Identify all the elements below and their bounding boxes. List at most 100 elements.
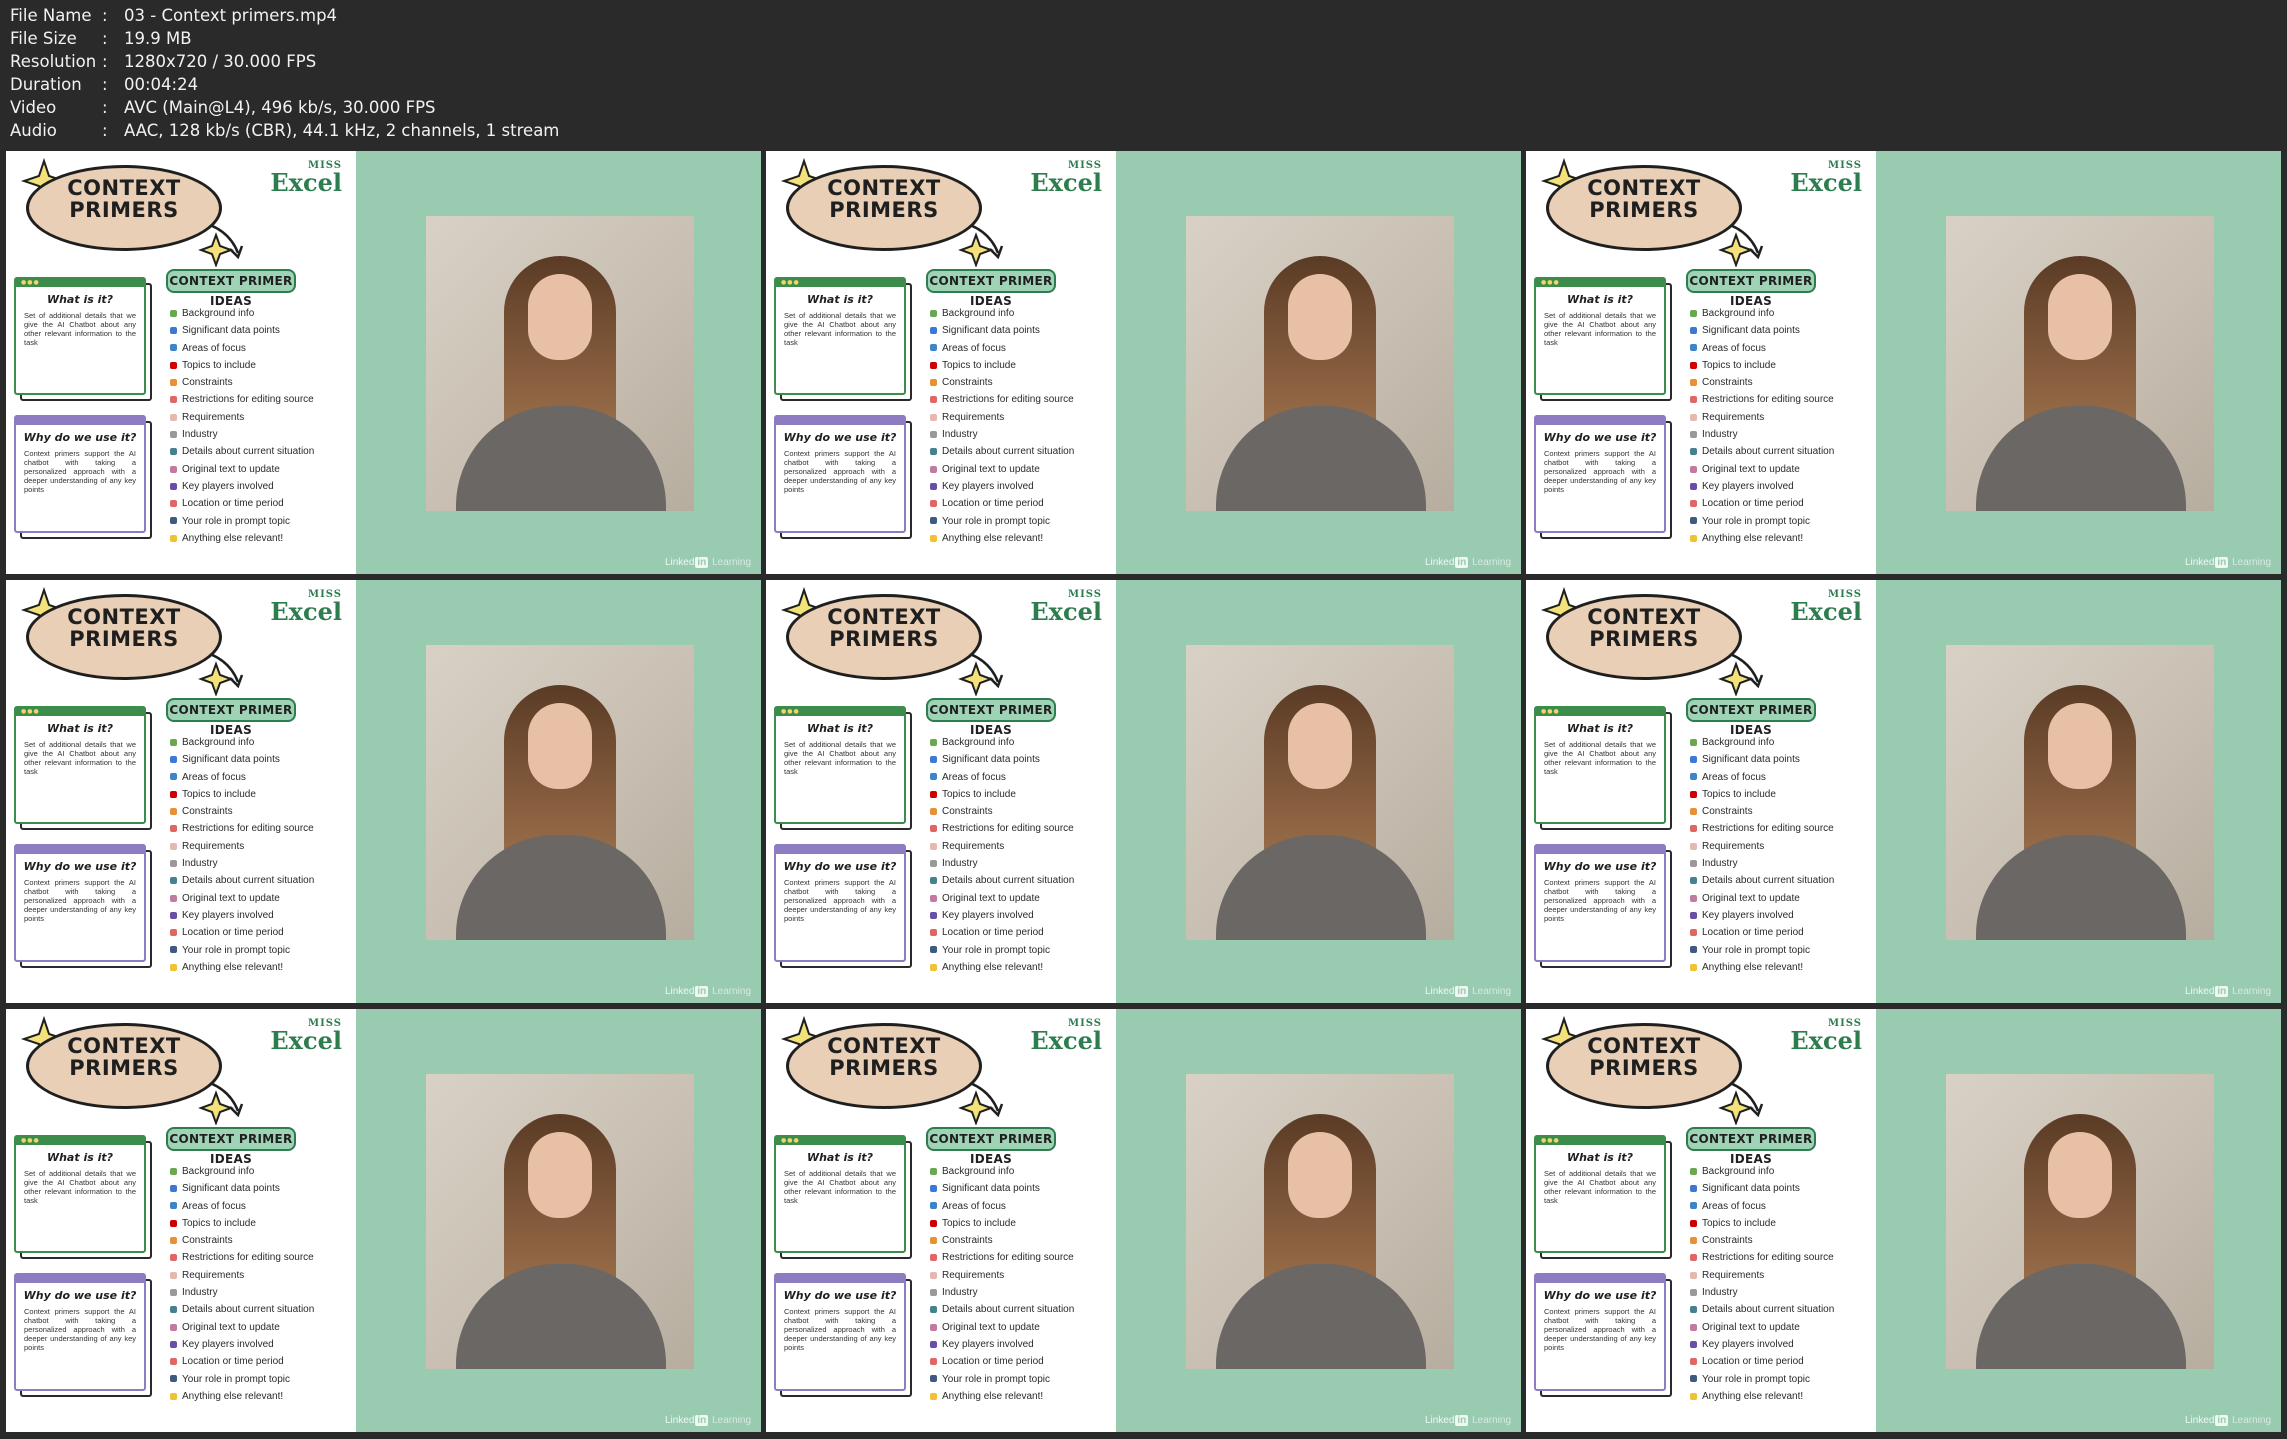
book-icon <box>170 309 177 317</box>
idea-item: Key players involved <box>170 1336 352 1353</box>
idea-item: Anything else relevant! <box>170 530 352 547</box>
idea-item: Your role in prompt topic <box>170 513 352 530</box>
what-card-titlebar: ●●● <box>16 279 144 287</box>
checklist-icon <box>930 1271 937 1279</box>
idea-item: Location or time period <box>930 495 1112 512</box>
ideas-list: Background info Significant data points Ar… <box>930 305 1112 547</box>
checklist-icon <box>1690 842 1697 850</box>
video-thumbnail[interactable]: CONTEXT PRIMERS MISS Excel ●●● What is i… <box>6 580 761 1003</box>
idea-item: Details about current situation <box>1690 443 1872 460</box>
idea-label: Anything else relevant! <box>1702 532 1804 544</box>
no-entry-icon <box>170 396 177 404</box>
idea-label: Topics to include <box>182 1217 256 1229</box>
book-icon <box>930 309 937 317</box>
presenter-video-frame <box>1946 216 2214 511</box>
idea-item: Background info <box>1690 305 1872 322</box>
presenter-video-frame <box>1186 1074 1454 1369</box>
idea-label: Constraints <box>182 1235 233 1247</box>
what-card-titlebar: ●●● <box>16 708 144 716</box>
linkedin-learning-watermark: Linked in Learning <box>2185 557 2271 568</box>
lock-icon <box>1690 808 1697 816</box>
idea-label: Location or time period <box>1702 1356 1804 1368</box>
slide-title: CONTEXT PRIMERS <box>796 606 972 650</box>
presenter-video-frame <box>426 645 694 940</box>
clock-icon <box>930 1358 937 1366</box>
presenter-video-frame <box>1946 1074 2214 1369</box>
what-card-body: Set of additional details that we give t… <box>24 311 136 347</box>
idea-label: Areas of focus <box>182 771 246 783</box>
bar-chart-icon <box>930 1185 937 1193</box>
video-thumbnail[interactable]: CONTEXT PRIMERS MISS Excel ●●● What is i… <box>6 1009 761 1432</box>
file-info-label: Audio <box>10 121 57 140</box>
video-thumbnail[interactable]: CONTEXT PRIMERS MISS Excel ●●● What is i… <box>766 580 1521 1003</box>
logo-excel-text: Excel <box>1790 168 1862 197</box>
idea-item: Original text to update <box>170 890 352 907</box>
idea-label: Location or time period <box>942 498 1044 510</box>
idea-item: Key players involved <box>170 907 352 924</box>
why-card-body: Context primers support the AI chatbot w… <box>784 449 896 494</box>
why-card-body: Context primers support the AI chatbot w… <box>24 449 136 494</box>
hand-icon <box>1690 534 1697 542</box>
idea-item: Your role in prompt topic <box>1690 513 1872 530</box>
what-card-title: What is it? <box>806 722 874 735</box>
idea-label: Constraints <box>942 806 993 818</box>
linkedin-brand: Linked <box>2184 1415 2215 1426</box>
slide-panel: CONTEXT PRIMERS MISS Excel ●●● What is i… <box>766 580 1116 1003</box>
linkedin-learning-watermark: Linked in Learning <box>1425 557 1511 568</box>
pin-icon <box>170 361 177 369</box>
file-info-row: Audio: AAC, 128 kb/s (CBR), 44.1 kHz, 2 c… <box>10 119 559 142</box>
checklist-icon <box>1690 413 1697 421</box>
idea-label: Key players involved <box>1702 909 1794 921</box>
what-is-it-card: ●●● What is it? Set of additional detail… <box>1534 1135 1666 1253</box>
video-thumbnail[interactable]: CONTEXT PRIMERS MISS Excel ●●● What is i… <box>1526 580 2281 1003</box>
idea-label: Details about current situation <box>182 875 315 887</box>
idea-item: Key players involved <box>1690 478 1872 495</box>
presenter-sweater <box>456 1264 666 1369</box>
idea-item: Background info <box>1690 1163 1872 1180</box>
idea-label: Requirements <box>942 840 1005 852</box>
why-use-it-card: Why do we use it? Context primers suppor… <box>14 415 146 533</box>
linkedin-learning-text: Learning <box>712 986 751 997</box>
no-entry-icon <box>1690 1254 1697 1262</box>
pin-icon <box>930 361 937 369</box>
video-thumbnail[interactable]: CONTEXT PRIMERS MISS Excel ●●● What is i… <box>6 151 761 574</box>
why-card-title: Why do we use it? <box>23 1289 137 1302</box>
video-thumbnail[interactable]: CONTEXT PRIMERS MISS Excel ●●● What is i… <box>1526 1009 2281 1432</box>
why-card-titlebar <box>16 1275 144 1283</box>
idea-item: Restrictions for editing source <box>170 1249 352 1266</box>
pencil-icon <box>1690 894 1697 902</box>
file-info-label: Resolution <box>10 52 97 71</box>
what-card-title: What is it? <box>46 1151 114 1164</box>
idea-label: Restrictions for editing source <box>182 1252 314 1264</box>
idea-label: Your role in prompt topic <box>1702 944 1811 956</box>
idea-label: Areas of focus <box>942 342 1006 354</box>
person-icon <box>1690 946 1697 954</box>
idea-item: Anything else relevant! <box>1690 530 1872 547</box>
factory-icon <box>1690 859 1697 867</box>
logo-excel-text: Excel <box>1790 1026 1862 1055</box>
idea-item: Industry <box>930 426 1112 443</box>
no-entry-icon <box>170 825 177 833</box>
idea-label: Your role in prompt topic <box>942 515 1051 527</box>
idea-item: Original text to update <box>1690 890 1872 907</box>
ideas-list: Background info Significant data points Ar… <box>1690 305 1872 547</box>
video-thumbnail[interactable]: CONTEXT PRIMERS MISS Excel ●●● What is i… <box>1526 151 2281 574</box>
why-card-body: Context primers support the AI chatbot w… <box>784 1307 896 1352</box>
idea-label: Requirements <box>942 411 1005 423</box>
clock-icon <box>930 929 937 937</box>
slide-panel: CONTEXT PRIMERS MISS Excel ●●● What is i… <box>1526 1009 1876 1432</box>
book-icon <box>1690 738 1697 746</box>
file-info-value: 00:04:24 <box>124 75 199 94</box>
presenter-face <box>1288 703 1352 789</box>
why-card-titlebar <box>16 417 144 425</box>
idea-label: Your role in prompt topic <box>942 944 1051 956</box>
idea-label: Anything else relevant! <box>182 961 284 973</box>
file-info-value: 1280x720 / 30.000 FPS <box>124 52 317 71</box>
video-thumbnail[interactable]: CONTEXT PRIMERS MISS Excel ●●● What is i… <box>766 151 1521 574</box>
what-card-body: Set of additional details that we give t… <box>1544 311 1656 347</box>
presenter-face <box>528 274 592 360</box>
idea-label: Areas of focus <box>1702 342 1766 354</box>
video-thumbnail[interactable]: CONTEXT PRIMERS MISS Excel ●●● What is i… <box>766 1009 1521 1432</box>
what-is-it-card: ●●● What is it? Set of additional detail… <box>14 277 146 395</box>
lock-icon <box>170 808 177 816</box>
